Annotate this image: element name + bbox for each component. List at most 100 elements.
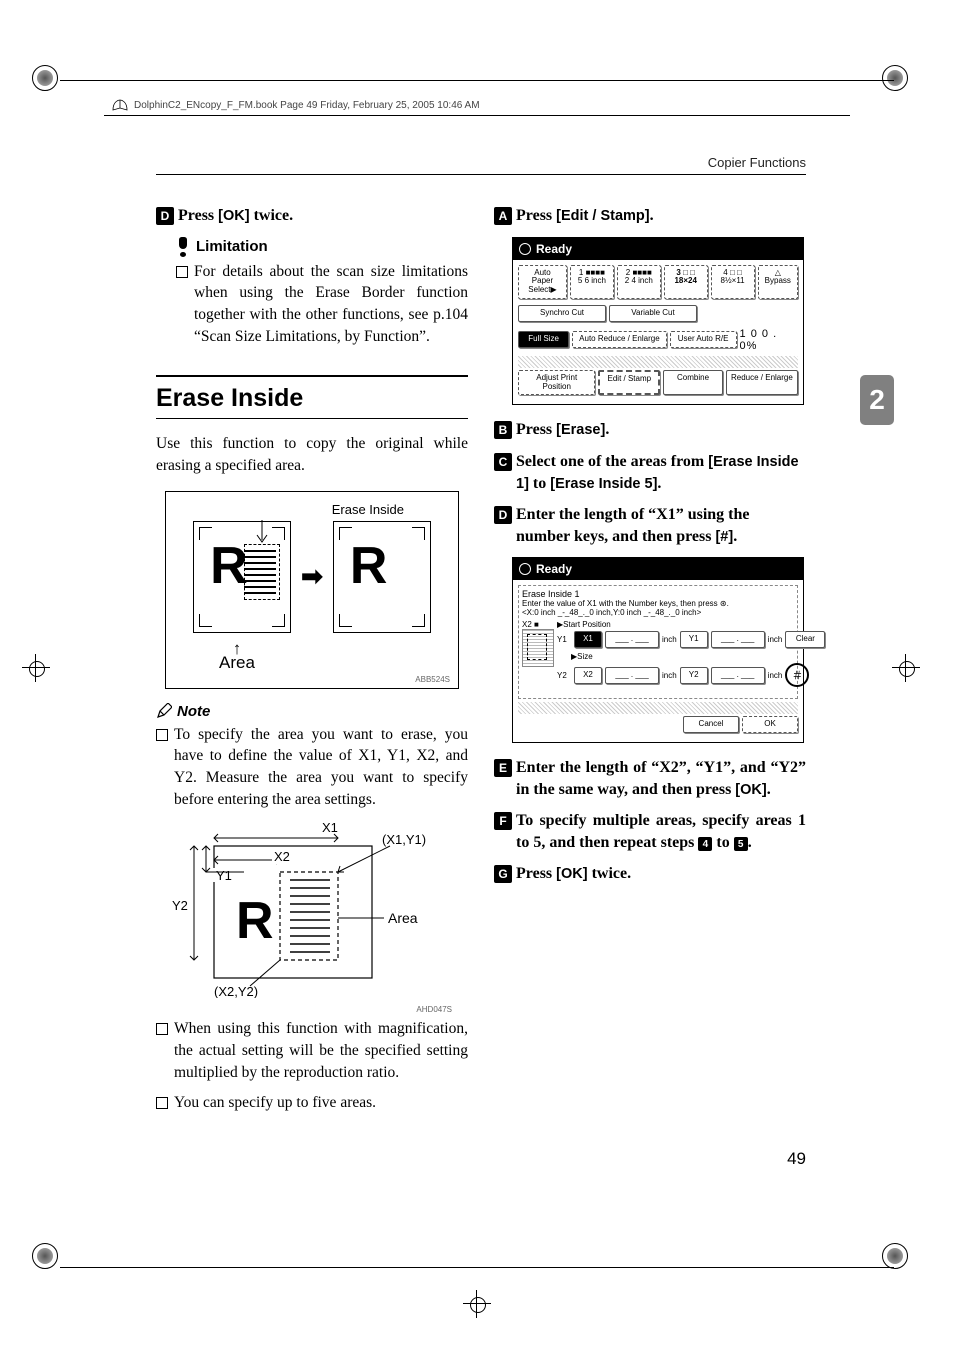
registration-mark: [882, 65, 922, 105]
screenshot-erase-inside: Ready Erase Inside 1 Enter the value of …: [512, 557, 804, 743]
auto-reduce-enlarge-button[interactable]: Auto Reduce / Enlarge: [572, 331, 666, 348]
start-position-label: ▶Start Position: [557, 620, 825, 629]
diag-x2-label: X2 ■: [522, 620, 554, 629]
full-size-button[interactable]: Full Size: [518, 331, 569, 348]
variable-cut-button[interactable]: Variable Cut: [609, 305, 697, 322]
step-badge-2: B: [494, 421, 512, 439]
zoom-percent: 1 0 0 . 0%: [740, 328, 798, 352]
inline-step-5-icon: 5: [734, 837, 748, 851]
book-header: DolphinC2_ENcopy_F_FM.book Page 49 Frida…: [112, 98, 480, 112]
clear-button[interactable]: Clear: [785, 631, 825, 648]
bullet-icon: [156, 1023, 168, 1035]
tray-2[interactable]: 2 ■■■■ 2 4 inch: [617, 265, 661, 299]
screenshot-main: Ready Auto Paper Select▶ 1 ■■■■ 5 6 inch…: [512, 237, 804, 406]
y1-label: Y1: [557, 635, 571, 644]
dialog-range: <X:0 inch _-_48_._0 inch,Y:0 inch _-_48_…: [522, 608, 794, 617]
dialog-title: Erase Inside 1: [522, 589, 794, 599]
hash-button[interactable]: ＃: [785, 663, 809, 687]
ss-titlebar: Ready: [513, 558, 803, 580]
reduce-enlarge-button[interactable]: Reduce / Enlarge: [726, 370, 798, 396]
svg-text:Y1: Y1: [216, 868, 232, 883]
limitation-heading: Limitation: [176, 237, 468, 257]
pencil-icon: [156, 703, 172, 719]
size-label: ▶Size: [571, 652, 825, 661]
figure-erase-inside: Erase Inside R ➡ R: [165, 491, 459, 689]
page-number: 49: [787, 1149, 806, 1169]
step-text: Press [OK] twice.: [516, 863, 631, 885]
heading-erase-inside: Erase Inside: [156, 375, 468, 419]
svg-text:X2: X2: [274, 849, 290, 864]
unit-label: inch: [768, 671, 783, 680]
y2-value[interactable]: ___ . ___: [711, 667, 765, 684]
bypass-tray[interactable]: △ Bypass: [758, 265, 799, 299]
limitation-icon: [176, 237, 190, 257]
y1-field-button[interactable]: Y1: [680, 631, 708, 648]
x2-field-button[interactable]: X2: [574, 667, 602, 684]
bullet-icon: [176, 266, 188, 278]
step-text: To specify multiple areas, specify areas…: [516, 810, 806, 853]
crop-line: [60, 1267, 894, 1268]
adjust-print-position-button[interactable]: Adjust Print Position: [518, 370, 595, 396]
figure-code: AHD047S: [172, 1005, 452, 1014]
bullet-icon: [156, 1097, 168, 1109]
step-text: Press [Erase].: [516, 419, 609, 441]
unit-label: inch: [662, 635, 677, 644]
unit-label: inch: [662, 671, 677, 680]
step-badge-3: C: [494, 453, 512, 471]
cancel-button[interactable]: Cancel: [683, 716, 739, 733]
ready-icon: [519, 563, 531, 575]
ok-button[interactable]: OK: [742, 716, 798, 733]
note-heading: Note: [156, 703, 468, 720]
tray-4[interactable]: 4 □ □ 8½×11: [711, 265, 755, 299]
ready-label: Ready: [536, 242, 572, 256]
combine-button[interactable]: Combine: [663, 370, 723, 396]
registration-mark: [32, 1243, 72, 1283]
step-text: Select one of the areas from [Erase Insi…: [516, 451, 806, 494]
figure-label: Erase Inside: [174, 502, 450, 517]
intro-paragraph: Use this function to copy the original w…: [156, 433, 468, 476]
step-badge-4: D: [494, 506, 512, 524]
tray-1[interactable]: 1 ■■■■ 5 6 inch: [570, 265, 614, 299]
crosshair-mark: [463, 1290, 503, 1330]
step-text: Enter the length of “X1” using the numbe…: [516, 504, 806, 547]
synchro-cut-button[interactable]: Synchro Cut: [518, 305, 606, 322]
area-label: Area: [174, 653, 450, 673]
step-badge-1: A: [494, 207, 512, 225]
x2-value[interactable]: ___ . ___: [605, 667, 659, 684]
arrow-down-icon: [252, 520, 272, 546]
ready-label: Ready: [536, 562, 572, 576]
svg-text:(X2,Y2): (X2,Y2): [214, 984, 258, 998]
note-bullet: To specify the area you want to erase, y…: [156, 724, 468, 811]
ready-icon: [519, 243, 531, 255]
auto-paper-select[interactable]: Auto Paper Select▶: [518, 265, 567, 299]
step-text: Enter the length of “X2”, “Y1”, and “Y2”…: [516, 757, 806, 800]
figure-code: ABB524S: [174, 675, 450, 684]
svg-text:R: R: [236, 892, 274, 950]
limitation-bullet: For details about the scan size limitati…: [176, 261, 468, 348]
y1-value[interactable]: ___ . ___: [711, 631, 765, 648]
chapter-tab: 2: [860, 375, 894, 425]
original-diagram: R: [193, 521, 291, 633]
svg-text:Y2: Y2: [172, 898, 188, 913]
figure-coordinate-diagram: R X1 X2: [172, 818, 452, 1014]
book-header-text: DolphinC2_ENcopy_F_FM.book Page 49 Frida…: [134, 100, 480, 111]
x1-value[interactable]: ___ . ___: [605, 631, 659, 648]
y2-field-button[interactable]: Y2: [680, 667, 708, 684]
registration-mark: [882, 1243, 922, 1283]
x1-field-button[interactable]: X1: [574, 631, 602, 648]
note-bullet: When using this function with magnificat…: [156, 1018, 468, 1083]
y2-label: Y2: [557, 671, 571, 680]
running-head: Copier Functions: [156, 155, 806, 175]
crosshair-mark: [22, 654, 62, 694]
edit-stamp-button[interactable]: Edit / Stamp: [598, 370, 660, 396]
user-auto-re-button[interactable]: User Auto R/E: [670, 331, 737, 348]
registration-mark: [32, 65, 72, 105]
dialog-instruction: Enter the value of X1 with the Number ke…: [522, 599, 794, 608]
crosshair-mark: [892, 654, 932, 694]
tray-3[interactable]: 3 □ □ 18×24: [664, 265, 708, 299]
step-badge-6: F: [494, 812, 512, 830]
note-bullet: You can specify up to five areas.: [156, 1092, 468, 1114]
step-text: Press [OK] twice.: [178, 205, 293, 227]
svg-text:Area: Area: [388, 910, 418, 926]
svg-text:X1: X1: [322, 820, 338, 835]
